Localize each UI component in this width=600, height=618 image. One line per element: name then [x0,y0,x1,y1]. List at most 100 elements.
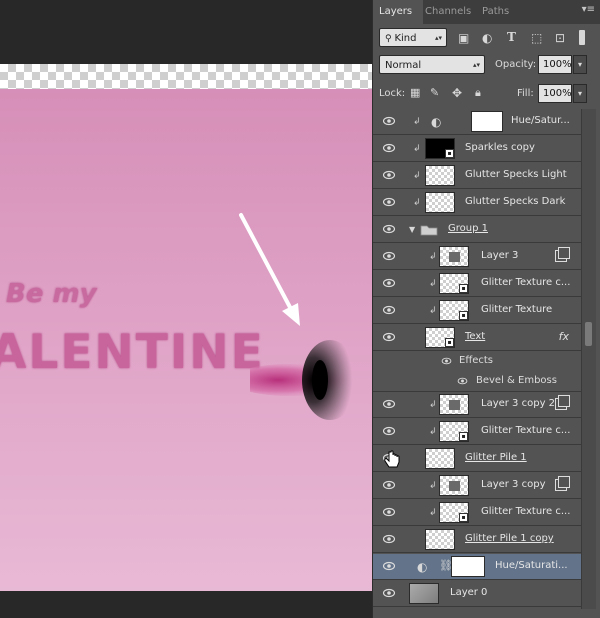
filter-kind-dropdown[interactable]: ⚲ Kind ▴▾ [379,28,447,47]
lock-transparent-pixels-icon[interactable]: ▦ [410,86,420,100]
layer-row-group-1[interactable]: ▼ Group 1 [373,217,581,243]
layer-name[interactable]: Glitter Texture c... [481,425,570,436]
effects-row[interactable]: Effects [373,351,581,371]
layer-name[interactable]: Group 1 [448,223,488,234]
layer-name[interactable]: Glutter Specks Dark [465,196,565,207]
updown-arrows-icon: ▴▾ [434,34,442,42]
eye-icon[interactable] [383,305,395,315]
blend-mode-dropdown[interactable]: Normal ▴▾ [379,55,485,74]
eye-icon[interactable] [383,170,395,180]
filter-type-layer-icon[interactable]: T [507,30,516,44]
filter-smart-object-icon[interactable]: ⊡ [555,31,565,45]
folder-icon [420,225,438,236]
layer-name[interactable]: Layer 3 [481,250,518,261]
tab-channels[interactable]: Channels [419,0,477,24]
layer-name[interactable]: Glutter Specks Light [465,169,567,180]
eye-icon[interactable] [383,332,395,342]
layer-name[interactable]: Hue/Saturati... [495,560,568,571]
bevel-emboss-row[interactable]: Bevel & Emboss [373,371,581,392]
filter-adjustment-layer-icon[interactable]: ◐ [482,31,492,45]
eye-icon[interactable] [383,534,395,544]
layer-name[interactable]: Glitter Texture c... [481,277,570,288]
eye-icon[interactable] [383,426,395,436]
lock-all-icon[interactable]: 🔒︎ [475,86,481,100]
layer-row-glitter-pile-1[interactable]: Glitter Pile 1 [373,446,581,472]
filter-kind-label: Kind [394,33,417,44]
opacity-slider-toggle[interactable]: ▾ [573,55,587,74]
eye-icon[interactable] [383,116,395,126]
fill-input[interactable]: 100% [538,84,572,103]
panel-menu-icon[interactable]: ▾≡ [582,4,595,15]
smart-object-icon: ▪ [459,284,468,293]
layer-row-hue-saturation-selected[interactable]: ◐ ⛓ Hue/Saturati... [373,554,581,580]
fx-icon[interactable]: fx [559,330,569,343]
opacity-input[interactable]: 100% [538,55,572,74]
layer-row-glutter-specks-light[interactable]: ↲ Glutter Specks Light [373,163,581,189]
layer-thumbnail: ▪ [439,502,469,523]
layer-name[interactable]: Layer 3 copy [481,479,545,490]
eye-icon[interactable] [383,399,395,409]
layer-thumbnail [425,192,455,213]
layer-name[interactable]: Glitter Pile 1 [465,452,527,463]
layer-name[interactable]: Sparkles copy [465,142,535,153]
eye-icon[interactable] [383,197,395,207]
layer-name[interactable]: Glitter Texture c... [481,506,570,517]
layer-name[interactable]: Layer 0 [450,587,487,598]
layer-name[interactable]: Hue/Satur... [511,115,570,126]
layers-panel: Layers Channels Paths ▾≡ ⚲ Kind ▴▾ ▣ ◐ T… [372,0,600,618]
clipping-arrow-icon: ↲ [413,171,421,181]
tab-paths[interactable]: Paths [476,0,515,24]
layer-row-layer-3-copy[interactable]: ↲ Layer 3 copy [373,473,581,499]
layer-thumbnail [439,246,469,267]
clipping-arrow-icon: ↲ [429,400,437,410]
eye-icon[interactable] [383,561,395,571]
lock-image-pixels-icon[interactable]: ✎ [430,86,439,100]
layer-name[interactable]: Glitter Texture [481,304,552,315]
layer-row-glitter-texture[interactable]: ↲ ▪ Glitter Texture [373,298,581,324]
scrollbar-thumb[interactable] [585,322,592,346]
eye-icon[interactable] [383,143,395,153]
eye-icon[interactable] [383,588,395,598]
smart-filter-badge-icon [555,247,570,262]
eye-icon[interactable] [383,251,395,261]
layer-row-text[interactable]: ▪ Text fx [373,325,581,351]
layers-scrollbar[interactable] [581,109,596,609]
layer-row-glutter-specks-dark[interactable]: ↲ Glutter Specks Dark [373,190,581,216]
layer-row-sparkles-copy[interactable]: ↲ ▪ Sparkles copy [373,136,581,162]
clipping-arrow-icon: ↲ [413,144,421,154]
tab-layers[interactable]: Layers [373,0,423,24]
layer-name[interactable]: Layer 3 copy 2 [481,398,555,409]
document-canvas[interactable]: Be my ALENTINE [0,89,372,591]
filter-pixel-layer-icon[interactable]: ▣ [458,31,469,45]
layer-row-layer-0[interactable]: Layer 0 [373,581,581,607]
eye-icon[interactable] [383,278,395,288]
filter-toggle-switch[interactable] [579,30,585,45]
layer-row-layer-3-copy-2[interactable]: ↲ Layer 3 copy 2 [373,392,581,418]
layer-row-hue-saturation-top[interactable]: ↲ ◐ Hue/Satur... [373,109,581,135]
expand-triangle-icon[interactable]: ▼ [409,225,415,234]
layer-row-glitter-texture-copy-c[interactable]: ↲ ▪ Glitter Texture c... [373,500,581,526]
layer-row-layer-3[interactable]: ↲ Layer 3 [373,244,581,270]
layer-name[interactable]: Glitter Pile 1 copy [465,533,554,544]
eye-icon[interactable] [441,357,452,365]
opacity-label: Opacity: [495,59,537,70]
layer-row-glitter-texture-copy-a[interactable]: ↲ ▪ Glitter Texture c... [373,271,581,297]
eye-icon[interactable] [457,377,468,385]
eye-icon[interactable] [383,224,395,234]
eye-icon[interactable] [383,507,395,517]
filter-shape-layer-icon[interactable]: ⬚ [531,31,542,45]
canvas-area[interactable]: Be my ALENTINE [0,0,372,618]
smart-object-icon: ▪ [459,513,468,522]
layer-mask-thumbnail[interactable] [451,556,485,577]
filter-row: ⚲ Kind ▴▾ ▣ ◐ T ⬚ ⊡ [373,24,600,52]
pointer-arrow-icon [239,213,300,326]
layer-row-glitter-pile-1-copy[interactable]: Glitter Pile 1 copy [373,527,581,553]
layer-name[interactable]: Text [465,331,485,342]
fill-slider-toggle[interactable]: ▾ [573,84,587,103]
effects-label: Effects [459,355,493,366]
layer-thumbnail [425,448,455,469]
eye-icon[interactable] [383,480,395,490]
lock-position-icon[interactable]: ✥ [452,86,462,100]
layer-row-glitter-texture-copy-b[interactable]: ↲ ▪ Glitter Texture c... [373,419,581,445]
layer-mask-thumbnail[interactable] [471,111,503,132]
